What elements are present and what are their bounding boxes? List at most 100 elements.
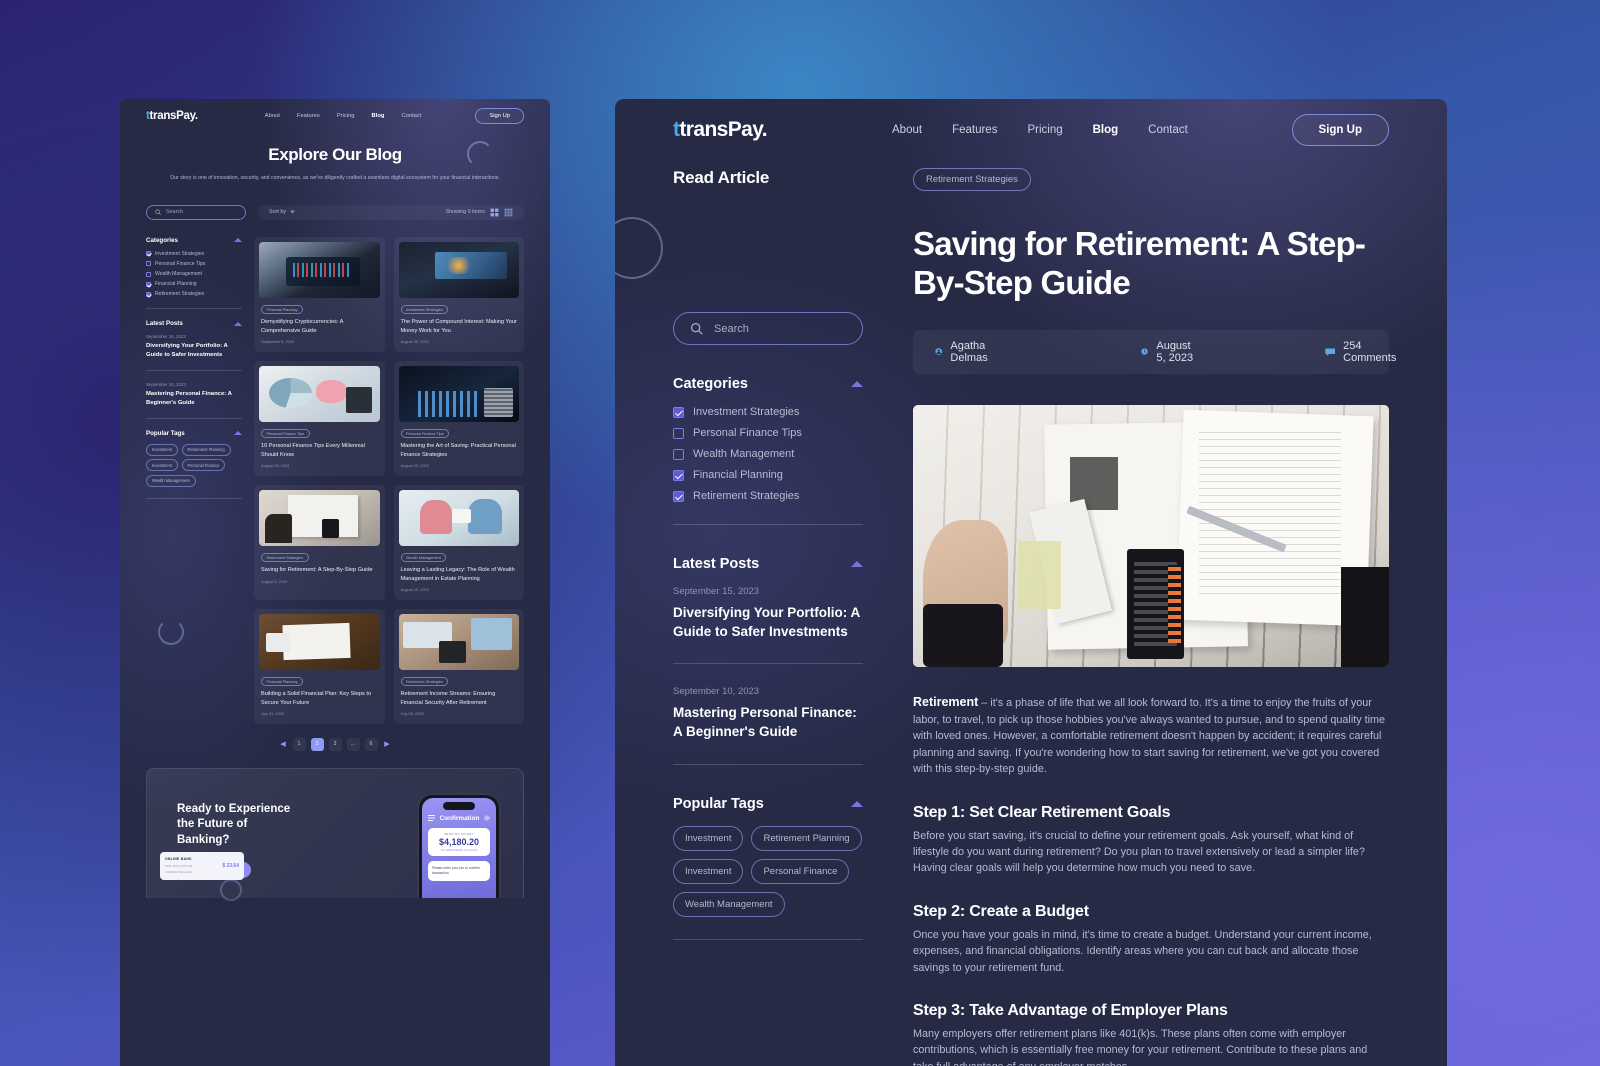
category-item[interactable]: Retirement Strategies bbox=[673, 490, 863, 502]
checkbox-checked[interactable] bbox=[146, 291, 151, 297]
pagination-page-3[interactable]: 3 bbox=[328, 737, 342, 751]
blog-card[interactable]: Personal Finance Tips 10 Personal Financ… bbox=[254, 360, 385, 476]
nav-link-features[interactable]: Features bbox=[297, 113, 320, 119]
blog-card[interactable]: Retirement Strategies Saving for Retirem… bbox=[254, 484, 385, 600]
sort-by-label[interactable]: Sort by bbox=[269, 209, 286, 215]
tag-chip[interactable]: Investment bbox=[673, 858, 744, 884]
checkbox-checked[interactable] bbox=[673, 406, 684, 418]
nav-link-pricing[interactable]: Pricing bbox=[1027, 124, 1062, 136]
popular-tags-header[interactable]: Popular Tags bbox=[146, 430, 242, 437]
navbar: ttransPay. About Features Pricing Blog C… bbox=[615, 99, 1447, 146]
nav-link-contact[interactable]: Contact bbox=[401, 113, 421, 119]
blog-card[interactable]: Wealth Management Leaving a Lasting Lega… bbox=[393, 484, 524, 600]
checkbox-unchecked[interactable] bbox=[673, 427, 684, 439]
sidebar: Categories Investment Strategies Persona… bbox=[146, 237, 242, 724]
checkbox-unchecked[interactable] bbox=[673, 448, 684, 460]
latest-post-item[interactable]: September 10, 2023 Mastering Personal Fi… bbox=[673, 686, 863, 741]
category-item[interactable]: Personal Finance Tips bbox=[673, 427, 863, 439]
checkbox-unchecked[interactable] bbox=[146, 261, 151, 267]
checkbox-checked[interactable] bbox=[673, 469, 684, 481]
search-input[interactable]: Search bbox=[146, 204, 246, 220]
blog-card[interactable]: Investment Strategies The Power of Compo… bbox=[393, 236, 524, 352]
tag-chip[interactable]: Investment bbox=[146, 459, 179, 472]
nav-link-blog[interactable]: Blog bbox=[1093, 124, 1119, 136]
tag-chip[interactable]: Wealth Management bbox=[146, 474, 196, 487]
chevron-down-icon[interactable] bbox=[290, 210, 296, 214]
pagination-page-2[interactable]: 2 bbox=[310, 737, 324, 751]
checkbox-unchecked[interactable] bbox=[146, 271, 151, 277]
hero-subtitle: Our story is one of innovation, security… bbox=[170, 175, 500, 181]
logo[interactable]: ttransPay. bbox=[146, 110, 198, 122]
pagination-page-1[interactable]: 1 bbox=[292, 737, 306, 751]
signup-button[interactable]: Sign Up bbox=[1291, 114, 1389, 146]
phone-notch bbox=[443, 801, 475, 810]
bank-card-number: 4125 4410 1193 5738 bbox=[165, 863, 193, 868]
divider bbox=[146, 308, 242, 310]
category-item[interactable]: Investment Strategies bbox=[146, 251, 242, 257]
categories-header[interactable]: Categories bbox=[673, 376, 863, 392]
chevron-up-icon[interactable] bbox=[851, 800, 863, 807]
category-label: Retirement Strategies bbox=[693, 490, 800, 502]
signup-button[interactable]: Sign Up bbox=[475, 108, 524, 124]
nav-link-contact[interactable]: Contact bbox=[1148, 124, 1188, 136]
chevron-up-icon[interactable] bbox=[234, 431, 242, 436]
nav-link-pricing[interactable]: Pricing bbox=[337, 113, 355, 119]
grid-view-icon[interactable] bbox=[490, 208, 499, 217]
category-badge[interactable]: Retirement Strategies bbox=[913, 168, 1031, 191]
chevron-up-icon[interactable] bbox=[234, 238, 242, 243]
chevron-up-icon[interactable] bbox=[851, 561, 863, 567]
checkbox-checked[interactable] bbox=[673, 490, 684, 502]
chevron-up-icon[interactable] bbox=[234, 321, 242, 326]
nav-link-features[interactable]: Features bbox=[952, 124, 997, 136]
tag-chip[interactable]: Retirement Planning bbox=[751, 825, 862, 851]
category-item[interactable]: Personal Finance Tips bbox=[146, 261, 242, 267]
tag-chip[interactable]: Personal Finance bbox=[181, 459, 226, 472]
nav-link-about[interactable]: About bbox=[892, 124, 922, 136]
card-tag[interactable]: Personal Finance Tips bbox=[261, 428, 310, 439]
latest-posts-header[interactable]: Latest Posts bbox=[673, 556, 863, 572]
card-tag[interactable]: Financial Planning bbox=[261, 304, 304, 315]
list-view-icon[interactable] bbox=[504, 208, 513, 217]
checkbox-checked[interactable] bbox=[146, 281, 151, 287]
phone-amount-card: SENDING MONEY $4,180.20 TO URBAN BANK AC… bbox=[428, 827, 490, 856]
hero: Explore Our Blog Our story is one of inn… bbox=[120, 145, 550, 184]
card-tag[interactable]: Investment Strategies bbox=[400, 304, 449, 315]
blog-card[interactable]: Personal Finance Tips Mastering the Art … bbox=[393, 360, 524, 476]
tag-chip[interactable]: Personal Finance bbox=[751, 858, 850, 884]
pagination-prev[interactable]: ◀ bbox=[279, 738, 288, 751]
card-tag[interactable]: Financial Planning bbox=[261, 676, 304, 687]
card-tag[interactable]: Retirement Strategies bbox=[261, 552, 309, 563]
category-item[interactable]: Wealth Management bbox=[673, 448, 863, 460]
pagination-page-6[interactable]: 6 bbox=[364, 737, 378, 751]
tag-chip[interactable]: Wealth Management bbox=[673, 891, 785, 917]
logo[interactable]: ttransPay. bbox=[673, 118, 768, 142]
latest-post-item[interactable]: September 10, 2023 Mastering Personal Fi… bbox=[146, 382, 242, 407]
category-item[interactable]: Wealth Management bbox=[146, 271, 242, 277]
gear-icon[interactable] bbox=[484, 815, 490, 821]
blog-card[interactable]: Financial Planning Demystifying Cryptocu… bbox=[254, 236, 385, 352]
card-tag[interactable]: Personal Finance Tips bbox=[400, 428, 450, 439]
tag-chip[interactable]: Investment bbox=[673, 825, 744, 851]
chevron-up-icon[interactable] bbox=[851, 381, 863, 387]
tag-chip[interactable]: Retirement Planning bbox=[181, 443, 231, 456]
card-tag[interactable]: Retirement Strategies bbox=[400, 676, 449, 687]
category-item[interactable]: Retirement Strategies bbox=[146, 291, 242, 297]
blog-card[interactable]: Retirement Strategies Retirement Income … bbox=[393, 608, 524, 724]
popular-tags-header[interactable]: Popular Tags bbox=[673, 796, 863, 812]
checkbox-checked[interactable] bbox=[146, 251, 151, 257]
nav-link-blog[interactable]: Blog bbox=[372, 113, 385, 119]
latest-posts-header[interactable]: Latest Posts bbox=[146, 320, 242, 327]
blog-card[interactable]: Financial Planning Building a Solid Fina… bbox=[254, 608, 385, 724]
latest-post-item[interactable]: September 15, 2023 Diversifying Your Por… bbox=[673, 586, 863, 641]
menu-icon[interactable] bbox=[428, 815, 435, 822]
nav-link-about[interactable]: About bbox=[265, 113, 280, 119]
category-item[interactable]: Financial Planning bbox=[673, 469, 863, 481]
category-item[interactable]: Financial Planning bbox=[146, 281, 242, 287]
latest-post-item[interactable]: September 15, 2023 Diversifying Your Por… bbox=[146, 334, 242, 359]
categories-header[interactable]: Categories bbox=[146, 237, 242, 244]
tag-chip[interactable]: Investment bbox=[146, 443, 179, 456]
search-input[interactable]: Search bbox=[673, 312, 863, 345]
category-item[interactable]: Investment Strategies bbox=[673, 406, 863, 418]
pagination-next[interactable]: ▶ bbox=[383, 738, 392, 751]
card-tag[interactable]: Wealth Management bbox=[400, 552, 447, 563]
